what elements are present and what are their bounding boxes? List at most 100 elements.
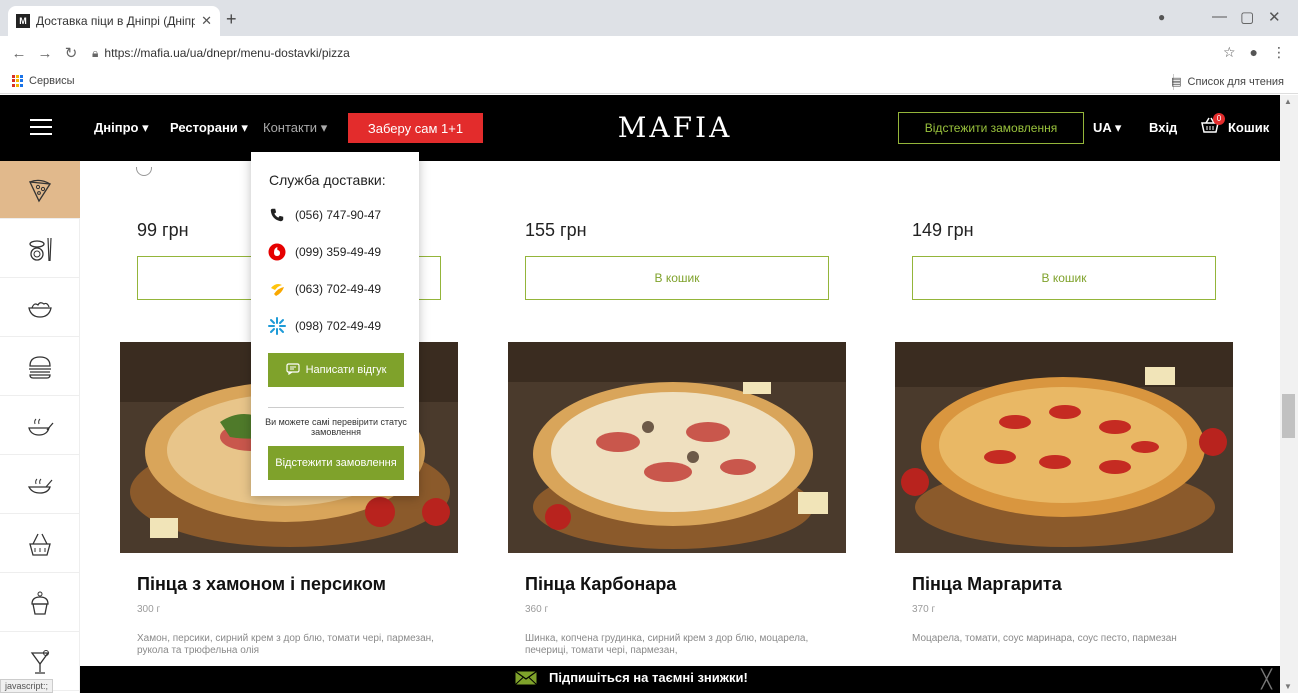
order-status-note: Ви можете самі перевірити статус замовле…	[265, 417, 407, 437]
option-radio[interactable]	[136, 167, 152, 176]
restaurants-menu[interactable]: Ресторани ▾	[170, 120, 248, 136]
browser-tab-bar: M Доставка піци в Дніпрі (Дніпро ✕ + ● —…	[0, 0, 1298, 36]
hot-dish-icon	[28, 418, 54, 436]
mafia-logo[interactable]: MAFIA	[600, 111, 750, 144]
phone-landline[interactable]: (056) 747-90-47	[268, 206, 381, 224]
write-review-button[interactable]: Написати відгук	[268, 353, 404, 387]
category-salads[interactable]	[0, 279, 80, 337]
url-field[interactable]: 🔒︎ https://mafia.ua/ua/dnepr/menu-dostavk…	[92, 46, 350, 61]
phone-vodafone[interactable]: (099) 359-49-49	[268, 243, 381, 261]
vodafone-icon	[268, 243, 286, 261]
subscribe-text: Підпишіться на таємні знижки!	[549, 670, 748, 685]
soup-bowl-icon	[27, 478, 53, 494]
lock-icon: 🔒︎	[92, 45, 99, 60]
product-description: Моцарела, томати, соус маринара, соус пе…	[912, 633, 1177, 644]
category-sushi[interactable]	[0, 220, 80, 278]
category-sets[interactable]	[0, 515, 80, 573]
dropdown-track-order-button[interactable]: Відстежити замовлення	[268, 446, 404, 480]
product-description: Шинка, копчена грудинка, сирний крем з д…	[525, 633, 809, 656]
category-desserts[interactable]	[0, 574, 80, 632]
product-description: Хамон, персики, сирний крем з дор блю, т…	[137, 633, 434, 656]
product-price: 149 грн	[912, 220, 974, 240]
reload-icon[interactable]: ↻	[58, 44, 84, 62]
site-header: Дніпро ▾ Ресторани ▾ Контакти ▾ Заберу с…	[0, 95, 1280, 161]
pickup-promo-button[interactable]: Заберу сам 1+1	[348, 113, 483, 143]
phone-number: (099) 359-49-49	[295, 245, 382, 259]
salad-bowl-icon	[28, 301, 52, 318]
city-label: Дніпро	[94, 120, 139, 135]
product-name[interactable]: Пінца Маргарита	[912, 574, 1062, 595]
account-icon[interactable]: ●	[1250, 44, 1258, 61]
category-hot-dishes[interactable]	[0, 397, 80, 455]
product-weight: 300 г	[137, 604, 161, 615]
browser-tab[interactable]: M Доставка піци в Дніпрі (Дніпро ✕	[8, 6, 220, 36]
profile-icon[interactable]: ●	[1158, 10, 1165, 24]
language-selector[interactable]: UA ▾	[1093, 120, 1121, 136]
envelope-icon	[515, 670, 537, 685]
reading-list-icon: ▤	[1171, 76, 1182, 88]
phone-number: (063) 702-49-49	[295, 282, 382, 296]
url-text: https://mafia.ua/ua/dnepr/menu-dostavki/…	[104, 45, 350, 60]
site-favicon: M	[16, 14, 30, 28]
back-icon[interactable]: ←	[6, 45, 32, 62]
sushi-icon	[29, 237, 52, 261]
contacts-dropdown: Служба доставки: (056) 747-90-47 (099) 3…	[251, 152, 419, 496]
phone-icon	[268, 206, 286, 224]
scrollbar-thumb[interactable]	[1282, 394, 1295, 438]
star-icon[interactable]: ☆	[1223, 44, 1236, 61]
close-window-icon[interactable]: ✕	[1268, 8, 1281, 26]
city-selector[interactable]: Дніпро ▾	[94, 120, 149, 136]
apps-shortcut[interactable]: Сервисы	[12, 75, 75, 87]
pizza-image-carbonara[interactable]	[508, 342, 846, 553]
forward-icon[interactable]: →	[32, 45, 58, 62]
cart-count-badge: 0	[1213, 113, 1225, 125]
phone-lifecell[interactable]: (063) 702-49-49	[268, 280, 381, 298]
burger-icon	[29, 355, 51, 379]
scroll-down-icon[interactable]: ▼	[1284, 682, 1292, 691]
product-weight: 360 г	[525, 604, 549, 615]
product-price: 155 грн	[525, 220, 587, 240]
hamburger-menu-icon[interactable]	[30, 119, 52, 135]
cupcake-icon	[31, 591, 49, 615]
product-name[interactable]: Пінца з хамоном і персиком	[137, 574, 386, 595]
cart-link[interactable]: Кошик	[1228, 120, 1269, 135]
login-link[interactable]: Вхід	[1149, 120, 1177, 135]
category-sidebar	[0, 161, 80, 693]
product-price: 99 грн	[137, 220, 189, 240]
dropdown-divider	[268, 407, 404, 408]
apps-icon	[12, 75, 24, 87]
category-soups[interactable]	[0, 456, 80, 514]
track-order-button[interactable]: Відстежити замовлення	[898, 112, 1084, 144]
category-pizza[interactable]	[0, 161, 80, 219]
bookmarks-bar: Сервисы ▤ Список для чтения	[0, 70, 1298, 94]
phone-kyivstar[interactable]: (098) 702-49-49	[268, 317, 381, 335]
browser-status-bar: javascript:;	[0, 679, 54, 693]
product-weight: 370 г	[912, 604, 936, 615]
maximize-icon[interactable]: ▢	[1240, 8, 1254, 26]
add-to-cart-button[interactable]: В кошик	[912, 256, 1216, 300]
contacts-menu[interactable]: Контакти ▾	[263, 120, 327, 136]
add-to-cart-button[interactable]: В кошик	[525, 256, 829, 300]
category-burgers[interactable]	[0, 338, 80, 396]
contacts-label: Контакти	[263, 120, 318, 135]
product-name[interactable]: Пінца Карбонара	[525, 574, 676, 595]
close-tab-icon[interactable]: ✕	[201, 13, 212, 29]
chat-icon	[285, 362, 300, 378]
close-icon[interactable]: ╳	[1261, 669, 1272, 690]
lifecell-icon	[268, 280, 286, 298]
write-review-label: Написати відгук	[305, 364, 387, 376]
menu-dots-icon[interactable]: ⋮	[1272, 44, 1286, 61]
minimize-icon[interactable]: —	[1212, 8, 1227, 25]
kyivstar-icon	[268, 317, 286, 335]
subscribe-bar[interactable]: Підпишіться на таємні знижки! ╳	[80, 666, 1280, 693]
reading-list-label: Список для чтения	[1187, 75, 1284, 88]
phone-number: (098) 702-49-49	[295, 319, 382, 333]
pizza-image-margherita[interactable]	[895, 342, 1233, 553]
address-bar: ← → ↻ 🔒︎ https://mafia.ua/ua/dnepr/menu-d…	[0, 36, 1298, 70]
new-tab-icon[interactable]: +	[226, 9, 237, 30]
scroll-up-icon[interactable]: ▲	[1284, 97, 1292, 106]
reading-list[interactable]: ▤ Список для чтения	[1171, 75, 1284, 89]
language-label: UA	[1093, 120, 1112, 135]
delivery-service-title: Служба доставки:	[269, 172, 386, 188]
phone-number: (056) 747-90-47	[295, 208, 382, 222]
